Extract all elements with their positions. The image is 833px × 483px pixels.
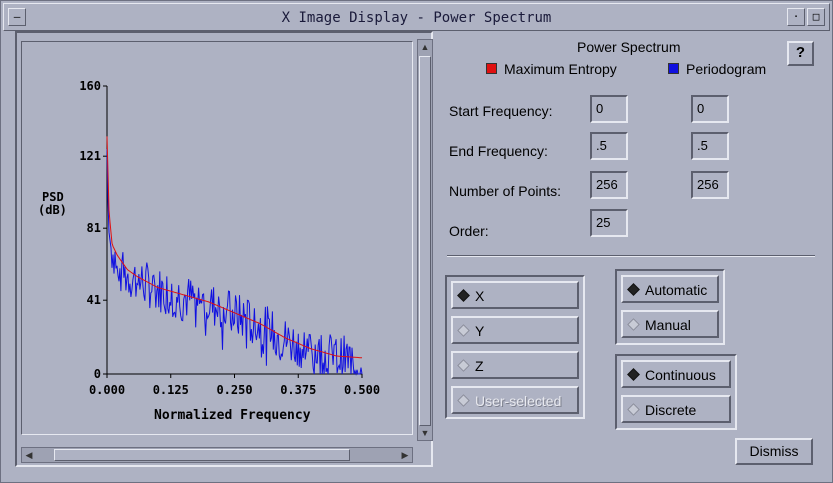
radio-selected-icon	[457, 289, 470, 302]
radio-selected-icon	[627, 368, 640, 381]
y-axis-label-psd: PSD	[42, 190, 64, 204]
radio-automatic-label: Automatic	[645, 282, 708, 298]
radio-z-label: Z	[475, 358, 484, 374]
maximum-entropy-line	[106, 136, 363, 359]
radio-y-label: Y	[475, 323, 485, 339]
psd-chart: PSD (dB) Normalized Frequency 160 121 81 41…	[38, 79, 380, 423]
radio-unselected-icon	[457, 359, 470, 372]
pg-number-of-points-field[interactable]: 256	[691, 171, 729, 199]
minimize-button[interactable]: ·	[787, 8, 805, 26]
radio-selected-icon	[627, 283, 640, 296]
y-tick-label: 0	[94, 367, 101, 381]
periodogram-legend-label: Periodogram	[686, 61, 767, 77]
window-title: X Image Display - Power Spectrum	[281, 10, 552, 26]
radio-discrete-label: Discrete	[645, 402, 697, 418]
periodogram-line	[106, 148, 363, 376]
pg-start-frequency-field[interactable]: 0	[691, 95, 729, 123]
end-frequency-label: End Frequency:	[449, 143, 548, 159]
y-tick-label: 81	[87, 221, 101, 235]
x-tick-label: 0.250	[216, 383, 252, 397]
y-axis-label-db: (dB)	[38, 203, 67, 217]
plot-area: PSD (dB) Normalized Frequency 160 121 81 41…	[21, 41, 413, 435]
radio-manual[interactable]: Manual	[621, 310, 719, 338]
scroll-up-arrow-icon[interactable]: ▲	[418, 40, 432, 54]
radio-y[interactable]: Y	[451, 316, 579, 344]
legend-heading: Power Spectrum	[577, 39, 681, 55]
minimize-icon: ·	[792, 10, 800, 23]
start-frequency-label: Start Frequency:	[449, 103, 553, 119]
me-end-frequency-field[interactable]: .5	[590, 132, 628, 160]
help-button[interactable]: ?	[787, 41, 814, 66]
scroll-left-arrow-icon[interactable]: ◀	[22, 448, 36, 462]
scroll-right-arrow-icon[interactable]: ▶	[398, 448, 412, 462]
radio-x-label: X	[475, 288, 485, 304]
x-tick-label: 0.375	[280, 383, 316, 397]
radio-manual-label: Manual	[645, 317, 691, 333]
radio-z[interactable]: Z	[451, 351, 579, 379]
y-tick-label: 41	[87, 293, 101, 307]
vertical-scroll-thumb[interactable]	[419, 56, 431, 426]
me-number-of-points-field[interactable]: 256	[590, 171, 628, 199]
x-tick-label: 0.500	[344, 383, 380, 397]
pg-end-frequency-field[interactable]: .5	[691, 132, 729, 160]
maximum-entropy-swatch	[486, 63, 497, 74]
x-axis-label: Normalized Frequency	[154, 408, 311, 423]
radio-unselected-icon	[627, 403, 640, 416]
y-tick-label: 160	[79, 79, 101, 93]
radio-user-selected-label: User-selected	[475, 393, 562, 409]
periodogram-swatch	[668, 63, 679, 74]
separator	[447, 255, 815, 257]
me-start-frequency-field[interactable]: 0	[590, 95, 628, 123]
radio-x[interactable]: X	[451, 281, 579, 309]
radio-continuous[interactable]: Continuous	[621, 360, 731, 388]
horizontal-scrollbar[interactable]: ◀ ▶	[21, 447, 413, 463]
x-tick-label: 0.125	[153, 383, 189, 397]
radio-unselected-icon	[457, 324, 470, 337]
y-tick-label: 121	[79, 149, 101, 163]
radio-user-selected: User-selected	[451, 386, 579, 414]
x-tick-label: 0.000	[89, 383, 125, 397]
scroll-down-arrow-icon[interactable]: ▼	[418, 426, 432, 440]
radio-automatic[interactable]: Automatic	[621, 275, 719, 303]
maximize-button[interactable]: □	[807, 8, 825, 26]
radio-discrete[interactable]: Discrete	[621, 395, 731, 423]
order-label: Order:	[449, 223, 489, 239]
radio-unselected-icon	[627, 318, 640, 331]
number-of-points-label: Number of Points:	[449, 183, 562, 199]
maximize-icon: □	[812, 10, 820, 23]
vertical-scrollbar[interactable]: ▲ ▼	[417, 39, 433, 441]
power-spectrum-window: – X Image Display - Power Spectrum · □ P…	[0, 0, 833, 483]
radio-unselected-icon	[457, 394, 470, 407]
title-bar[interactable]: – X Image Display - Power Spectrum · □	[3, 3, 830, 31]
dismiss-button[interactable]: Dismiss	[735, 438, 813, 465]
radio-continuous-label: Continuous	[645, 367, 716, 383]
maximum-entropy-legend-label: Maximum Entropy	[504, 61, 617, 77]
me-order-field[interactable]: 25	[590, 209, 628, 237]
horizontal-scroll-thumb[interactable]	[54, 449, 350, 461]
